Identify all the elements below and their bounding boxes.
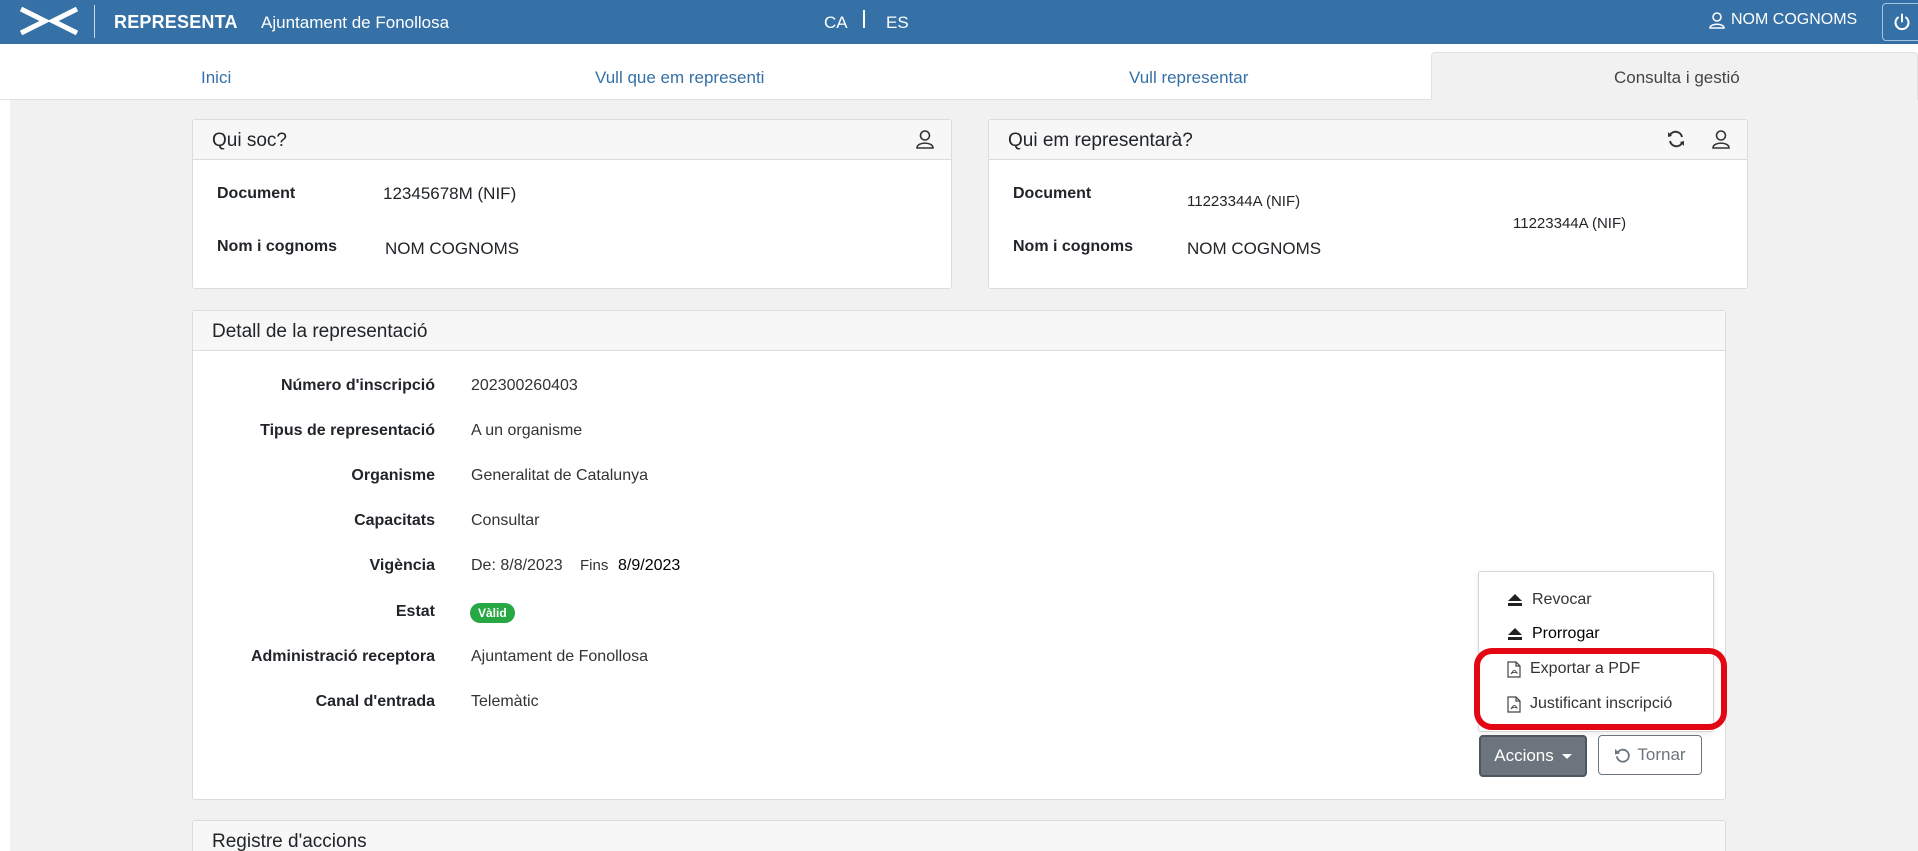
rep-name-label: Nom i cognoms xyxy=(1013,238,1134,255)
brand-name[interactable]: REPRESENTA xyxy=(114,12,238,33)
rep-document-label: Document xyxy=(1013,185,1092,202)
logo-divider xyxy=(94,5,95,38)
field-label-estat: Estat xyxy=(395,603,435,620)
tornar-button-label: Tornar xyxy=(1637,745,1686,764)
field-value-canal: Telemàtic xyxy=(471,693,539,710)
field-value-tipus: A un organisme xyxy=(471,422,583,439)
tab-inici[interactable]: Inici xyxy=(201,68,231,88)
field-value-administracio: Ajuntament de Fonollosa xyxy=(471,648,648,665)
tab-vull-representar[interactable]: Vull representar xyxy=(1129,68,1248,88)
user-icon xyxy=(1712,130,1730,149)
detail-title: Detall de la representació xyxy=(212,321,428,342)
red-highlight-annotation xyxy=(1474,648,1727,730)
user-name: NOM COGNOMS xyxy=(1731,11,1858,28)
menu-item-prorrogar[interactable]: Prorrogar xyxy=(1507,625,1600,643)
organization-name: Ajuntament de Fonollosa xyxy=(261,13,450,32)
field-label-vigencia-end: Fins xyxy=(580,557,609,574)
field-label-vigencia: Vigència xyxy=(369,557,435,574)
representative-title: Qui em representarà? xyxy=(1008,130,1193,151)
field-value-organisme: Generalitat de Catalunya xyxy=(471,467,648,484)
representative-header: Qui em representarà? xyxy=(989,120,1747,160)
language-es-link[interactable]: ES xyxy=(886,13,909,33)
menu-item-revocar[interactable]: Revocar xyxy=(1507,591,1592,609)
tab-vull-que-em-representi[interactable]: Vull que em representi xyxy=(595,68,764,88)
field-label-organisme: Organisme xyxy=(351,467,435,484)
accions-button[interactable]: Accions xyxy=(1479,735,1587,777)
language-divider xyxy=(863,10,865,28)
language-ca-link[interactable]: CA xyxy=(824,13,848,33)
undo-icon xyxy=(1615,748,1631,763)
field-label-numero: Número d'inscripció xyxy=(280,377,435,394)
user-menu[interactable]: NOM COGNOMS xyxy=(1709,11,1857,29)
field-value-numero: 202300260403 xyxy=(471,377,578,394)
eject-icon xyxy=(1508,628,1522,640)
name-value: NOM COGNOMS xyxy=(385,239,520,258)
menu-item-revocar-label: Revocar xyxy=(1532,591,1592,608)
menu-item-prorrogar-label: Prorrogar xyxy=(1532,625,1600,642)
representa-logo[interactable] xyxy=(18,6,80,36)
representative-card: Qui em representarà? Document 11223344A … xyxy=(988,119,1748,289)
tab-consulta-i-gestio-label: Consulta i gestió xyxy=(1614,68,1740,87)
main-nav: Inici Vull que em representi Vull repres… xyxy=(0,44,1918,101)
field-value-vigencia-end: 8/9/2023 xyxy=(618,557,681,574)
document-value: 12345678M (NIF) xyxy=(383,184,517,203)
who-am-i-header: Qui soc? xyxy=(193,120,951,160)
field-value-vigencia-start: De: 8/8/2023 xyxy=(471,557,563,574)
rep-document-value-extra: 11223344A (NIF) xyxy=(1513,215,1627,232)
eject-icon xyxy=(1508,594,1522,606)
action-log-header: Registre d'accions xyxy=(193,821,1725,851)
status-badge: Vàlid xyxy=(470,603,515,623)
name-label: Nom i cognoms xyxy=(217,238,338,255)
top-bar: REPRESENTA Ajuntament de Fonollosa CA ES… xyxy=(0,0,1918,44)
action-log-card: Registre d'accions xyxy=(192,820,1726,851)
user-icon xyxy=(1709,11,1725,29)
power-icon xyxy=(1894,13,1910,31)
who-am-i-title: Qui soc? xyxy=(212,130,287,151)
field-label-tipus: Tipus de representació xyxy=(260,422,435,439)
field-value-capacitats: Consultar xyxy=(471,512,540,529)
action-log-title: Registre d'accions xyxy=(212,831,367,851)
field-label-capacitats: Capacitats xyxy=(354,512,435,529)
logout-button[interactable] xyxy=(1882,3,1918,41)
user-icon xyxy=(916,130,934,149)
accions-button-label: Accions xyxy=(1494,746,1554,765)
tab-consulta-i-gestio[interactable]: Consulta i gestió xyxy=(1431,52,1918,101)
caret-down-icon xyxy=(1561,753,1572,759)
who-am-i-card: Qui soc? Document 12345678M (NIF) Nom i … xyxy=(192,119,952,289)
tornar-button[interactable]: Tornar xyxy=(1598,735,1702,775)
detail-header: Detall de la representació xyxy=(193,311,1725,351)
document-label: Document xyxy=(217,185,296,202)
field-label-administracio: Administració receptora xyxy=(250,648,435,665)
field-label-canal: Canal d'entrada xyxy=(315,693,435,710)
rep-name-value: NOM COGNOMS xyxy=(1187,239,1322,258)
refresh-icon[interactable] xyxy=(1666,129,1686,149)
rep-document-value: 11223344A (NIF) xyxy=(1187,193,1301,210)
